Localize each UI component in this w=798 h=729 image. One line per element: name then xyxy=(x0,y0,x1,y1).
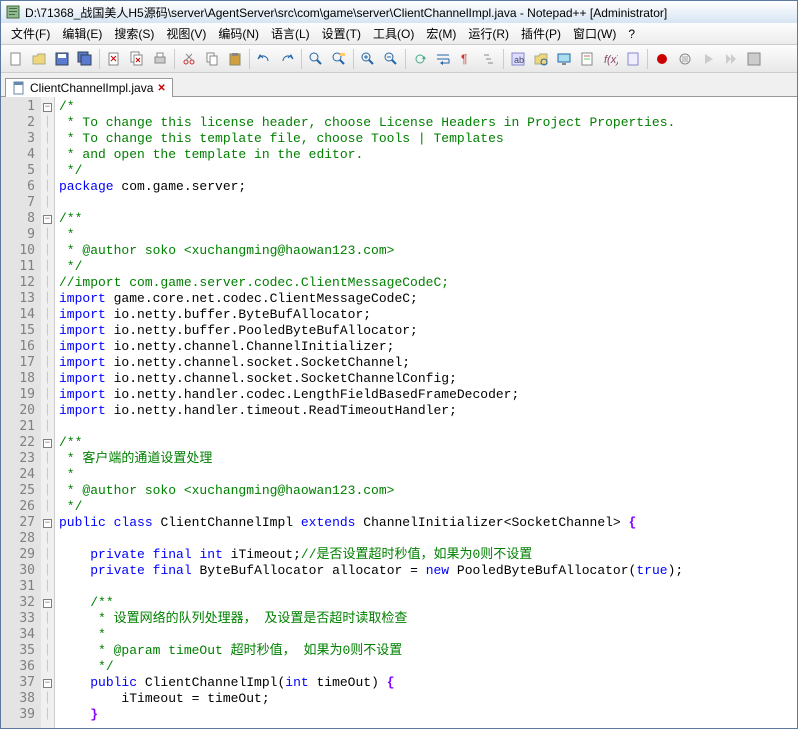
sync-button[interactable] xyxy=(409,48,431,70)
menu-plugins[interactable]: 插件(P) xyxy=(515,23,567,44)
open-button[interactable] xyxy=(28,48,50,70)
cut-button[interactable] xyxy=(178,48,200,70)
stop-button[interactable] xyxy=(674,48,696,70)
file-tab[interactable]: ClientChannelImpl.java ✕ xyxy=(5,78,173,97)
replace-button[interactable] xyxy=(328,48,350,70)
paste-button[interactable] xyxy=(224,48,246,70)
funclist-button[interactable]: f(x) xyxy=(599,48,621,70)
playmulti-button[interactable] xyxy=(720,48,742,70)
svg-text:f(x): f(x) xyxy=(604,54,618,66)
indentguide-button[interactable] xyxy=(478,48,500,70)
toolbar-separator xyxy=(249,49,250,69)
tab-bar: ClientChannelImpl.java ✕ xyxy=(1,73,797,97)
tab-label: ClientChannelImpl.java xyxy=(30,81,153,95)
langpicker-button[interactable]: ab xyxy=(507,48,529,70)
record-button[interactable] xyxy=(651,48,673,70)
close-button[interactable] xyxy=(103,48,125,70)
saveall-button[interactable] xyxy=(74,48,96,70)
menu-tools[interactable]: 工具(O) xyxy=(367,23,420,44)
tab-close-icon[interactable]: ✕ xyxy=(157,83,165,94)
toolbar-separator xyxy=(174,49,175,69)
closeall-button[interactable] xyxy=(126,48,148,70)
new-button[interactable] xyxy=(5,48,27,70)
toolbar: ¶ ab f(x) xyxy=(1,45,797,73)
folder-button[interactable] xyxy=(530,48,552,70)
menu-file[interactable]: 文件(F) xyxy=(5,23,56,44)
title-bar: D:\71368_战国美人H5源码\server\AgentServer\src… xyxy=(1,1,797,23)
menu-bar: 文件(F) 编辑(E) 搜索(S) 视图(V) 编码(N) 语言(L) 设置(T… xyxy=(1,23,797,45)
undo-button[interactable] xyxy=(253,48,275,70)
menu-search[interactable]: 搜索(S) xyxy=(108,23,160,44)
wrap-button[interactable] xyxy=(432,48,454,70)
redo-button[interactable] xyxy=(276,48,298,70)
toolbar-separator xyxy=(405,49,406,69)
print-button[interactable] xyxy=(149,48,171,70)
menu-window[interactable]: 窗口(W) xyxy=(567,23,622,44)
file-icon xyxy=(12,81,26,95)
app-icon xyxy=(5,4,21,20)
menu-help[interactable]: ? xyxy=(622,25,641,43)
svg-text:ab: ab xyxy=(514,55,524,65)
toolbar-separator xyxy=(353,49,354,69)
menu-settings[interactable]: 设置(T) xyxy=(316,23,367,44)
fold-gutter: −││││││−│││││││││││││−││││−││││−││││−││ xyxy=(41,97,55,728)
app-window: D:\71368_战国美人H5源码\server\AgentServer\src… xyxy=(0,0,798,729)
monitor-button[interactable] xyxy=(553,48,575,70)
toolbar-separator xyxy=(301,49,302,69)
menu-edit[interactable]: 编辑(E) xyxy=(56,23,108,44)
menu-language[interactable]: 语言(L) xyxy=(265,23,316,44)
docmap2-button[interactable] xyxy=(622,48,644,70)
svg-text:¶: ¶ xyxy=(461,52,467,66)
line-number-gutter: 1234567891011121314151617181920212223242… xyxy=(1,97,41,728)
toolbar-separator xyxy=(99,49,100,69)
menu-encoding[interactable]: 编码(N) xyxy=(212,23,265,44)
code-area[interactable]: /* * To change this license header, choo… xyxy=(55,97,797,728)
zoomin-button[interactable] xyxy=(357,48,379,70)
menu-view[interactable]: 视图(V) xyxy=(160,23,212,44)
editor-area: 1234567891011121314151617181920212223242… xyxy=(1,97,797,728)
save-button[interactable] xyxy=(51,48,73,70)
window-title: D:\71368_战国美人H5源码\server\AgentServer\src… xyxy=(25,4,667,21)
toolbar-separator xyxy=(647,49,648,69)
docmap-button[interactable] xyxy=(576,48,598,70)
showall-button[interactable]: ¶ xyxy=(455,48,477,70)
toolbar-separator xyxy=(503,49,504,69)
zoomout-button[interactable] xyxy=(380,48,402,70)
copy-button[interactable] xyxy=(201,48,223,70)
find-button[interactable] xyxy=(305,48,327,70)
menu-run[interactable]: 运行(R) xyxy=(462,23,515,44)
play-button[interactable] xyxy=(697,48,719,70)
menu-macro[interactable]: 宏(M) xyxy=(420,23,462,44)
saverec-button[interactable] xyxy=(743,48,765,70)
